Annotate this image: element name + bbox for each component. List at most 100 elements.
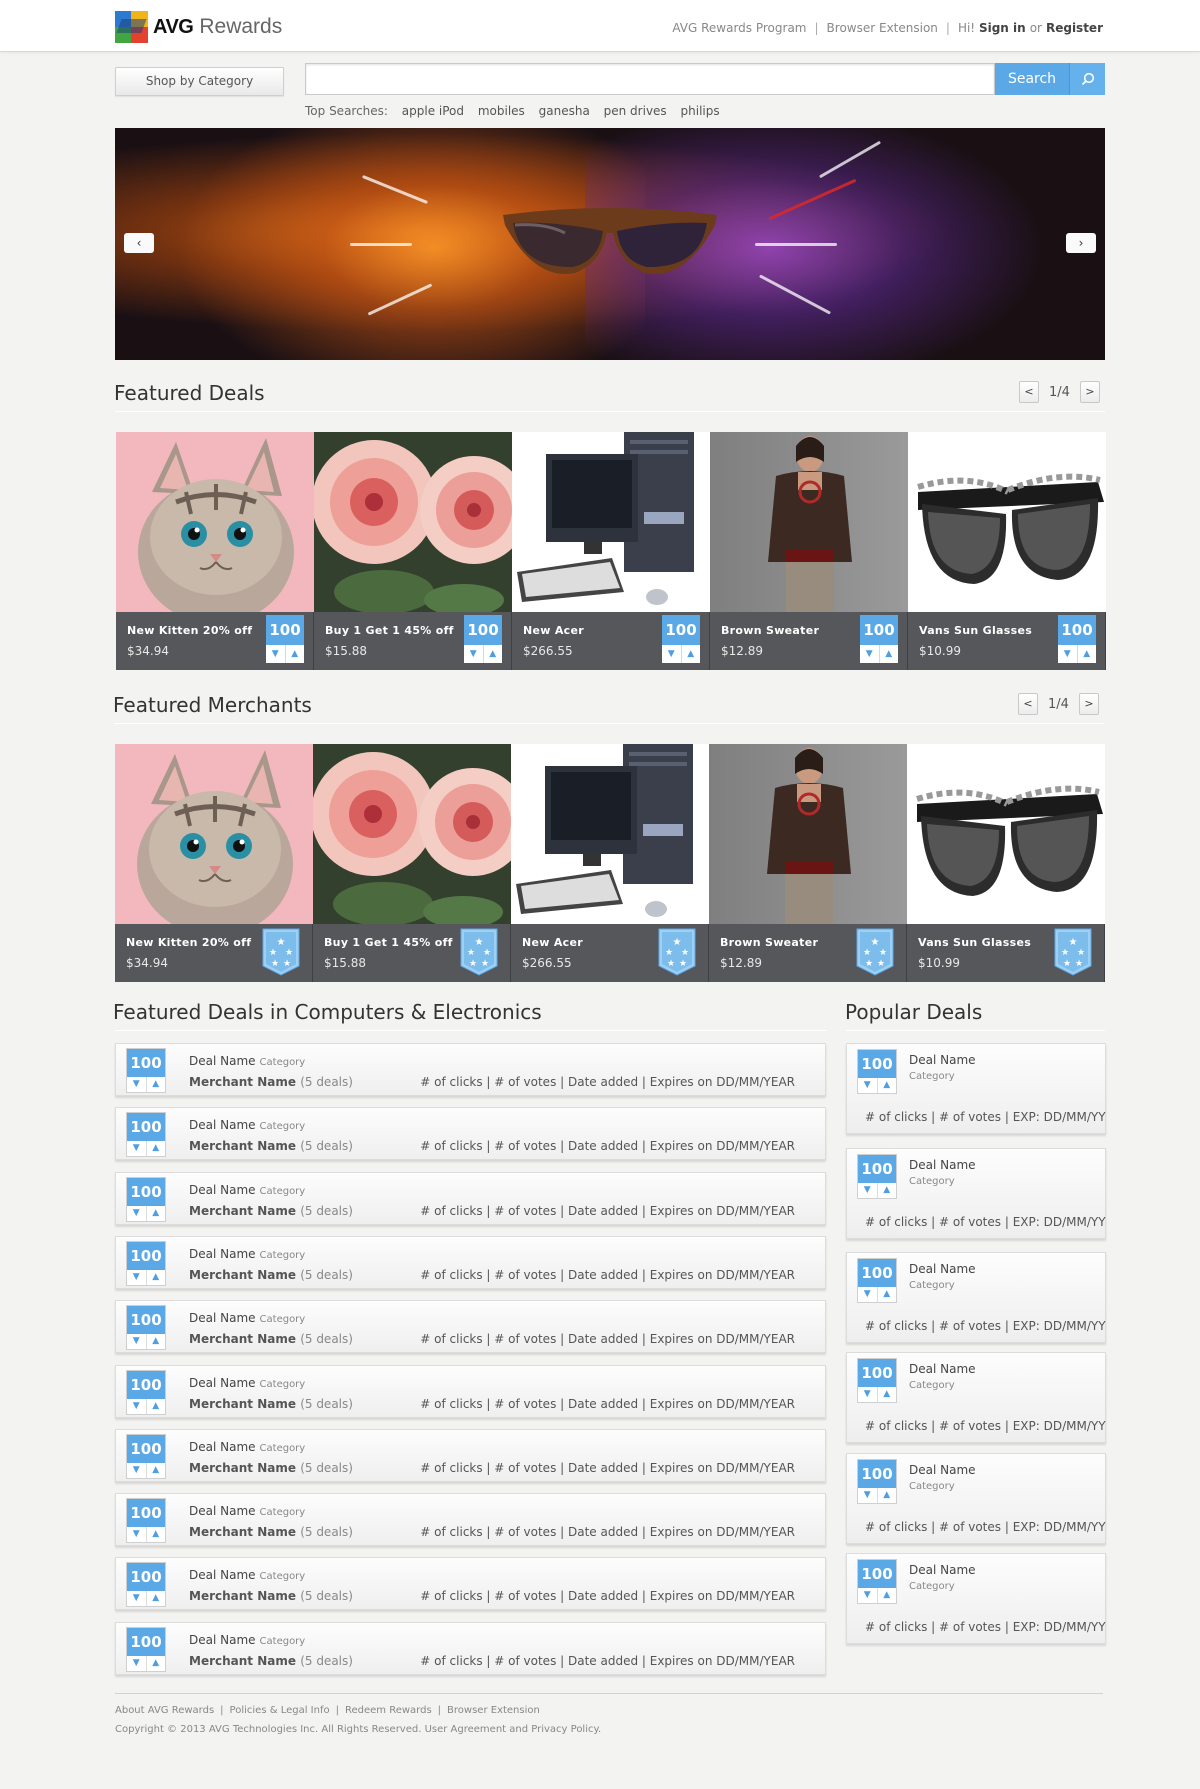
- shop-by-category-button[interactable]: Shop by Category: [115, 67, 284, 96]
- deal-name-link[interactable]: Deal Name: [909, 1262, 976, 1276]
- avg-rewards-logo[interactable]: AVG Rewards: [115, 11, 282, 43]
- deal-list-item[interactable]: 100 ▼ ▲ Deal Name Category Merchant Name (…: [115, 1043, 826, 1096]
- deal-name-link[interactable]: Deal Name: [189, 1504, 256, 1518]
- featured-deal-card[interactable]: Vans Sun Glasses $10.99 100 ▼ ▲: [908, 432, 1106, 670]
- featured-deal-card[interactable]: Buy 1 Get 1 45% off $15.88 100 ▼ ▲: [314, 432, 512, 670]
- merchant-name-link[interactable]: Merchant Name: [189, 1654, 296, 1668]
- merchant-title[interactable]: New Acer: [522, 936, 583, 949]
- deal-name-link[interactable]: Deal Name: [189, 1376, 256, 1390]
- footer-link-policies[interactable]: Policies & Legal Info: [230, 1705, 330, 1716]
- vote-down-icon[interactable]: ▼: [858, 1387, 878, 1402]
- featured-deals-prev-button[interactable]: <: [1019, 381, 1039, 403]
- deal-list-item[interactable]: 100 ▼ ▲ Deal Name Category Merchant Name (…: [115, 1621, 826, 1675]
- deal-name-link[interactable]: Deal Name: [189, 1183, 256, 1197]
- deal-name-link[interactable]: Deal Name: [189, 1568, 256, 1582]
- deal-name-link[interactable]: Deal Name: [909, 1158, 976, 1172]
- featured-merchant-card[interactable]: New Kitten 20% off $34.94 ★ ★ ★ ★ ★: [115, 744, 313, 982]
- vote-down-icon[interactable]: ▼: [1058, 645, 1078, 663]
- vote-down-icon[interactable]: ▼: [127, 1591, 147, 1607]
- vote-down-icon[interactable]: ▼: [127, 1462, 147, 1478]
- search-button[interactable]: Search: [995, 63, 1070, 95]
- vote-down-icon[interactable]: ▼: [464, 645, 484, 663]
- featured-deal-card[interactable]: New Kitten 20% off $34.94 100 ▼ ▲: [116, 432, 314, 670]
- deal-category[interactable]: Category: [260, 1443, 306, 1454]
- vote-down-icon[interactable]: ▼: [858, 1488, 878, 1503]
- featured-deals-next-button[interactable]: >: [1079, 381, 1100, 403]
- deal-name-link[interactable]: Deal Name: [189, 1118, 256, 1132]
- merchant-title[interactable]: Buy 1 Get 1 45% off: [324, 936, 453, 949]
- deal-name-link[interactable]: Deal Name: [909, 1563, 976, 1577]
- deal-name-link[interactable]: Deal Name: [189, 1311, 256, 1325]
- deal-list-item[interactable]: 100 ▼ ▲ Deal Name Category Merchant Name (…: [115, 1364, 826, 1418]
- featured-merchants-next-button[interactable]: >: [1078, 693, 1099, 715]
- merchant-image[interactable]: [115, 744, 313, 924]
- deal-category[interactable]: Category: [260, 1121, 306, 1132]
- deal-list-item[interactable]: 100 ▼ ▲ Deal Name Category Merchant Name (…: [115, 1493, 826, 1547]
- deal-name-link[interactable]: Deal Name: [189, 1440, 256, 1454]
- deal-category[interactable]: Category: [260, 1379, 306, 1390]
- vote-up-icon[interactable]: ▲: [1078, 645, 1097, 663]
- merchant-name-link[interactable]: Merchant Name: [189, 1589, 296, 1603]
- vote-up-icon[interactable]: ▲: [878, 1588, 897, 1603]
- deal-image[interactable]: [512, 432, 710, 612]
- search-input[interactable]: [305, 63, 995, 95]
- vote-up-icon[interactable]: ▲: [147, 1591, 166, 1606]
- featured-merchant-card[interactable]: New Acer $266.55 ★ ★ ★ ★ ★: [511, 744, 709, 982]
- deal-category[interactable]: Category: [909, 1380, 955, 1391]
- deal-name-link[interactable]: Deal Name: [189, 1633, 256, 1647]
- deal-name-link[interactable]: Deal Name: [909, 1053, 976, 1067]
- vote-up-icon[interactable]: ▲: [878, 1078, 897, 1093]
- vote-down-icon[interactable]: ▼: [662, 645, 682, 663]
- vote-up-icon[interactable]: ▲: [147, 1141, 166, 1156]
- merchant-name-link[interactable]: Merchant Name: [189, 1139, 296, 1153]
- vote-down-icon[interactable]: ▼: [127, 1398, 147, 1414]
- vote-up-icon[interactable]: ▲: [878, 1183, 897, 1198]
- deal-category[interactable]: Category: [260, 1057, 306, 1068]
- deal-title[interactable]: Brown Sweater: [721, 624, 819, 637]
- vote-down-icon[interactable]: ▼: [858, 1183, 878, 1198]
- merchant-title[interactable]: Vans Sun Glasses: [918, 936, 1031, 949]
- merchant-image[interactable]: [511, 744, 709, 924]
- deal-list-item[interactable]: 100 ▼ ▲ Deal Name Category Merchant Name (…: [115, 1428, 826, 1482]
- link-browser-extension[interactable]: Browser Extension: [827, 21, 938, 35]
- deal-list-item[interactable]: 100 ▼ ▲ Deal Name Category Merchant Name (…: [115, 1300, 826, 1354]
- top-search-link[interactable]: mobiles: [478, 104, 525, 118]
- vote-up-icon[interactable]: ▲: [878, 1387, 897, 1402]
- deal-image[interactable]: [116, 432, 314, 612]
- footer-link-extension[interactable]: Browser Extension: [447, 1705, 540, 1716]
- vote-up-icon[interactable]: ▲: [147, 1527, 166, 1542]
- deal-category[interactable]: Category: [909, 1581, 955, 1592]
- merchant-name-link[interactable]: Merchant Name: [189, 1525, 296, 1539]
- featured-merchant-card[interactable]: Buy 1 Get 1 45% off $15.88 ★ ★ ★ ★ ★: [313, 744, 511, 982]
- vote-down-icon[interactable]: ▼: [127, 1334, 147, 1350]
- merchant-name-link[interactable]: Merchant Name: [189, 1268, 296, 1282]
- vote-up-icon[interactable]: ▲: [147, 1206, 166, 1221]
- vote-down-icon[interactable]: ▼: [266, 645, 286, 663]
- deal-category[interactable]: Category: [260, 1314, 306, 1325]
- deal-image[interactable]: [908, 432, 1106, 612]
- featured-deal-card[interactable]: Brown Sweater $12.89 100 ▼ ▲: [710, 432, 908, 670]
- merchant-name-link[interactable]: Merchant Name: [189, 1332, 296, 1346]
- vote-up-icon[interactable]: ▲: [147, 1077, 166, 1092]
- deal-title[interactable]: New Kitten 20% off: [127, 624, 252, 637]
- vote-down-icon[interactable]: ▼: [127, 1077, 147, 1092]
- top-search-link[interactable]: apple iPod: [402, 104, 464, 118]
- footer-link-redeem[interactable]: Redeem Rewards: [345, 1705, 432, 1716]
- merchant-name-link[interactable]: Merchant Name: [189, 1075, 296, 1089]
- popular-deal-item[interactable]: 100 ▼ ▲ Deal Name Category # of clicks | …: [846, 1352, 1106, 1443]
- merchant-title[interactable]: New Kitten 20% off: [126, 936, 251, 949]
- popular-deal-item[interactable]: 100 ▼ ▲ Deal Name Category # of clicks | …: [846, 1453, 1106, 1544]
- register-link[interactable]: Register: [1046, 21, 1103, 35]
- deal-category[interactable]: Category: [909, 1280, 955, 1291]
- featured-merchants-prev-button[interactable]: <: [1018, 693, 1038, 715]
- merchant-name-link[interactable]: Merchant Name: [189, 1204, 296, 1218]
- merchant-image[interactable]: [313, 744, 511, 924]
- deal-name-link[interactable]: Deal Name: [189, 1247, 256, 1261]
- deal-category[interactable]: Category: [260, 1571, 306, 1582]
- top-search-link[interactable]: pen drives: [604, 104, 667, 118]
- vote-up-icon[interactable]: ▲: [147, 1270, 166, 1285]
- link-rewards-program[interactable]: AVG Rewards Program: [672, 21, 806, 35]
- vote-down-icon[interactable]: ▼: [860, 645, 880, 663]
- merchant-image[interactable]: [709, 744, 907, 924]
- deal-name-link[interactable]: Deal Name: [909, 1463, 976, 1477]
